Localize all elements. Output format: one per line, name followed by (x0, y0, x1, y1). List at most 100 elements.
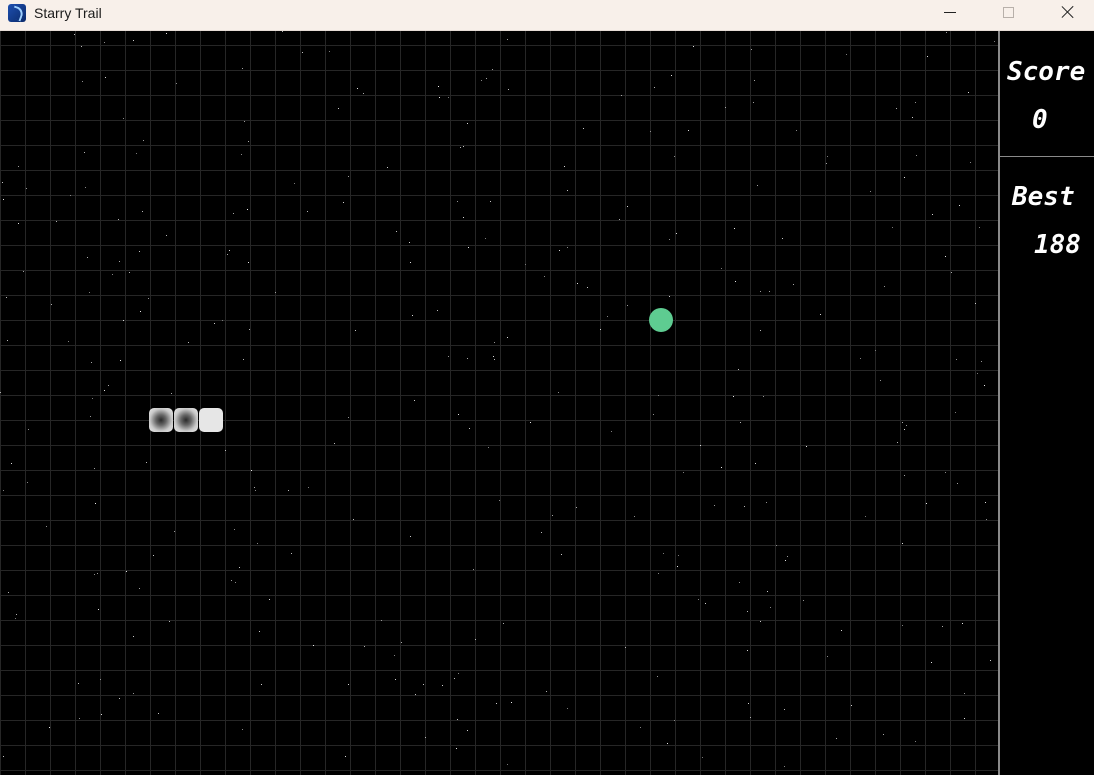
star (552, 515, 553, 516)
snake-head-segment (199, 408, 223, 432)
star (485, 238, 486, 239)
star (994, 41, 995, 42)
star (942, 626, 943, 627)
star (338, 108, 339, 109)
star (460, 147, 461, 148)
star (108, 385, 109, 386)
star (133, 40, 134, 41)
minimize-button[interactable] (928, 0, 974, 30)
star (26, 188, 27, 189)
star (51, 304, 52, 305)
star (496, 703, 497, 704)
star (760, 330, 761, 331)
star (634, 516, 635, 517)
star (567, 190, 568, 191)
star (674, 720, 675, 721)
star (546, 691, 547, 692)
star (448, 97, 449, 98)
star (627, 206, 628, 207)
star (836, 738, 837, 739)
star (564, 166, 565, 167)
star (23, 271, 24, 272)
star (3, 199, 4, 200)
star (387, 167, 388, 168)
star (486, 78, 487, 79)
star (902, 625, 903, 626)
star (669, 296, 670, 297)
star (74, 34, 75, 35)
star (667, 743, 668, 744)
star (964, 718, 965, 719)
star (348, 176, 349, 177)
star (865, 516, 866, 517)
star (702, 757, 703, 758)
star (904, 475, 905, 476)
star (101, 714, 102, 715)
star (508, 89, 509, 90)
star (129, 272, 130, 273)
star (753, 102, 754, 103)
best-value: 188 (1034, 230, 1081, 260)
star (454, 678, 455, 679)
star (409, 242, 410, 243)
star (249, 329, 250, 330)
star (104, 42, 105, 43)
star (968, 92, 969, 93)
star (27, 482, 28, 483)
star (747, 611, 748, 612)
star (698, 599, 699, 600)
star (119, 698, 120, 699)
star (677, 566, 678, 567)
maximize-button[interactable] (986, 0, 1032, 30)
star (507, 337, 508, 338)
star (507, 764, 508, 765)
star (583, 128, 584, 129)
star (884, 286, 885, 287)
star (525, 264, 526, 265)
star (126, 571, 127, 572)
star (627, 305, 628, 306)
star (143, 140, 144, 141)
star (530, 422, 531, 423)
star (11, 463, 12, 464)
star (396, 231, 397, 232)
star (467, 358, 468, 359)
star (248, 141, 249, 142)
star (826, 163, 827, 164)
star (654, 87, 655, 88)
star (140, 311, 141, 312)
title-bar[interactable]: Starry Trail (0, 0, 1094, 31)
star (18, 166, 19, 167)
star (166, 235, 167, 236)
star (243, 359, 244, 360)
star (394, 655, 395, 656)
star (100, 679, 101, 680)
star (892, 227, 893, 228)
star (926, 503, 927, 504)
star (348, 417, 349, 418)
star (415, 694, 416, 695)
close-button[interactable] (1045, 0, 1091, 30)
star (700, 445, 701, 446)
star (302, 52, 303, 53)
star (469, 428, 470, 429)
star (827, 156, 828, 157)
star (870, 191, 871, 192)
star (770, 607, 771, 608)
star (235, 582, 236, 583)
star (503, 623, 504, 624)
star (133, 636, 134, 637)
game-board[interactable] (0, 31, 998, 775)
star (912, 117, 913, 118)
star (463, 146, 464, 147)
star (89, 292, 90, 293)
star (733, 396, 734, 397)
star (984, 385, 985, 386)
star (880, 380, 881, 381)
star (255, 490, 256, 491)
star (97, 573, 98, 574)
star (348, 684, 349, 685)
star (257, 543, 258, 544)
star (3, 490, 4, 491)
snake-body-segment (174, 408, 198, 432)
